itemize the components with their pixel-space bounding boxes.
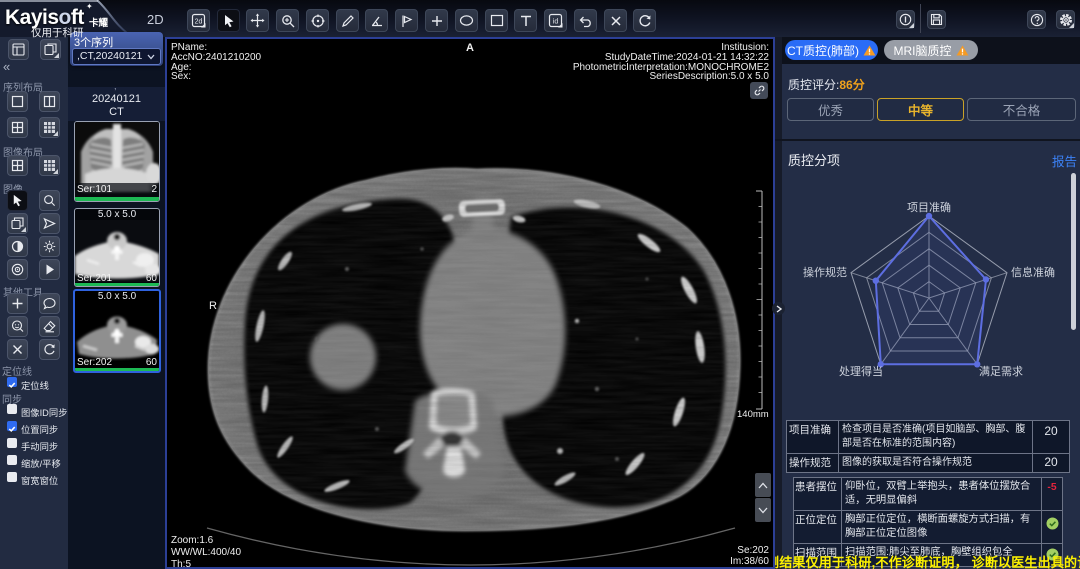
svg-text:项目准确: 项目准确 (907, 201, 951, 214)
svg-text:id: id (553, 19, 559, 26)
svg-text:处理得当: 处理得当 (839, 364, 883, 378)
svg-text:满足需求: 满足需求 (979, 365, 1023, 378)
svg-text:信息准确: 信息准确 (1011, 265, 1055, 279)
svg-text:2d: 2d (195, 19, 203, 26)
svg-text:操作规范: 操作规范 (803, 265, 847, 279)
